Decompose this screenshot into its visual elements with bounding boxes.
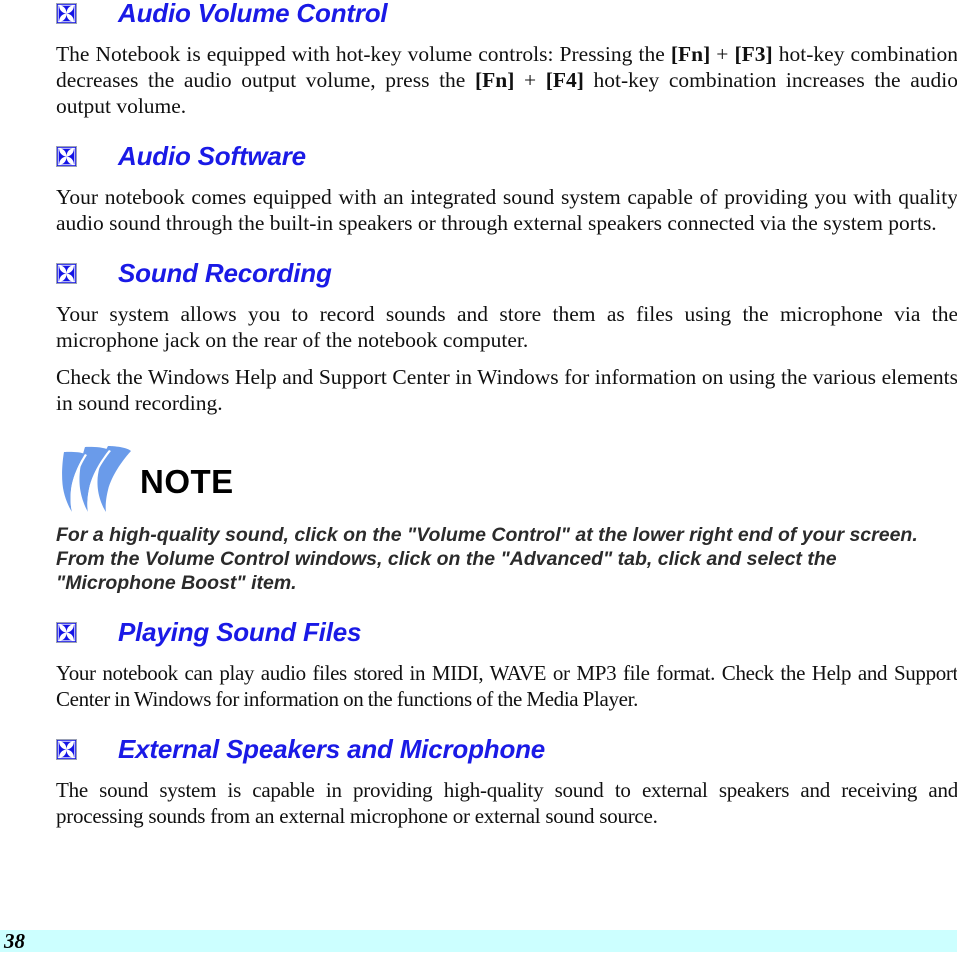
section-heading-label: Sound Recording: [118, 258, 332, 288]
note-badge: NOTE: [58, 442, 957, 514]
footer-band: [0, 930, 957, 952]
section-heading-audio-software: Audio Software: [56, 141, 957, 171]
run-text-bold: [Fn]: [474, 68, 515, 92]
four-petal-flower-icon: [56, 262, 77, 284]
section-heading-external-speakers-and-microphone: External Speakers and Microphone: [56, 734, 957, 764]
paragraph-sound-recording-2: Check the Windows Help and Support Cente…: [56, 365, 957, 415]
four-petal-flower-icon: [56, 2, 77, 24]
run-text-bold: [F3]: [734, 42, 773, 66]
paragraph-audio-volume-control: The Notebook is equipped with hot-key vo…: [56, 41, 957, 119]
run-text: +: [514, 68, 546, 92]
section-heading-label: Playing Sound Files: [118, 617, 362, 647]
section-heading-audio-volume-control: Audio Volume Control: [56, 0, 957, 28]
note-text: For a high-quality sound, click on the "…: [56, 524, 918, 594]
section-heading-label: Audio Volume Control: [118, 0, 388, 28]
four-petal-flower-icon: [56, 145, 77, 167]
run-text: +: [710, 42, 735, 66]
page-number: 38: [4, 929, 25, 953]
section-heading-label: Audio Software: [118, 141, 306, 171]
section-heading-label: External Speakers and Microphone: [118, 734, 546, 764]
page-content: Audio Volume Control The Notebook is equ…: [56, 0, 957, 829]
document-page: Audio Volume Control The Notebook is equ…: [0, 0, 957, 952]
four-petal-flower-icon: [56, 738, 77, 760]
note-callout: NOTE For a high-quality sound, click on …: [56, 442, 957, 595]
note-swoosh-icon: [58, 442, 134, 514]
note-label: NOTE: [140, 463, 234, 500]
section-heading-playing-sound-files: Playing Sound Files: [56, 617, 957, 647]
paragraph-external-speakers-and-microphone: The sound system is capable in providing…: [56, 778, 957, 828]
paragraph-audio-software: Your notebook comes equipped with an int…: [56, 185, 957, 235]
paragraph-sound-recording-1: Your system allows you to record sounds …: [56, 302, 957, 352]
run-text: The Notebook is equipped with hot-key vo…: [56, 42, 671, 66]
run-text-bold: [Fn]: [670, 42, 711, 66]
run-text-bold: [F4]: [545, 68, 584, 92]
paragraph-playing-sound-files: Your notebook can play audio files store…: [56, 661, 957, 711]
four-petal-flower-icon: [56, 621, 77, 643]
section-heading-sound-recording: Sound Recording: [56, 258, 957, 288]
